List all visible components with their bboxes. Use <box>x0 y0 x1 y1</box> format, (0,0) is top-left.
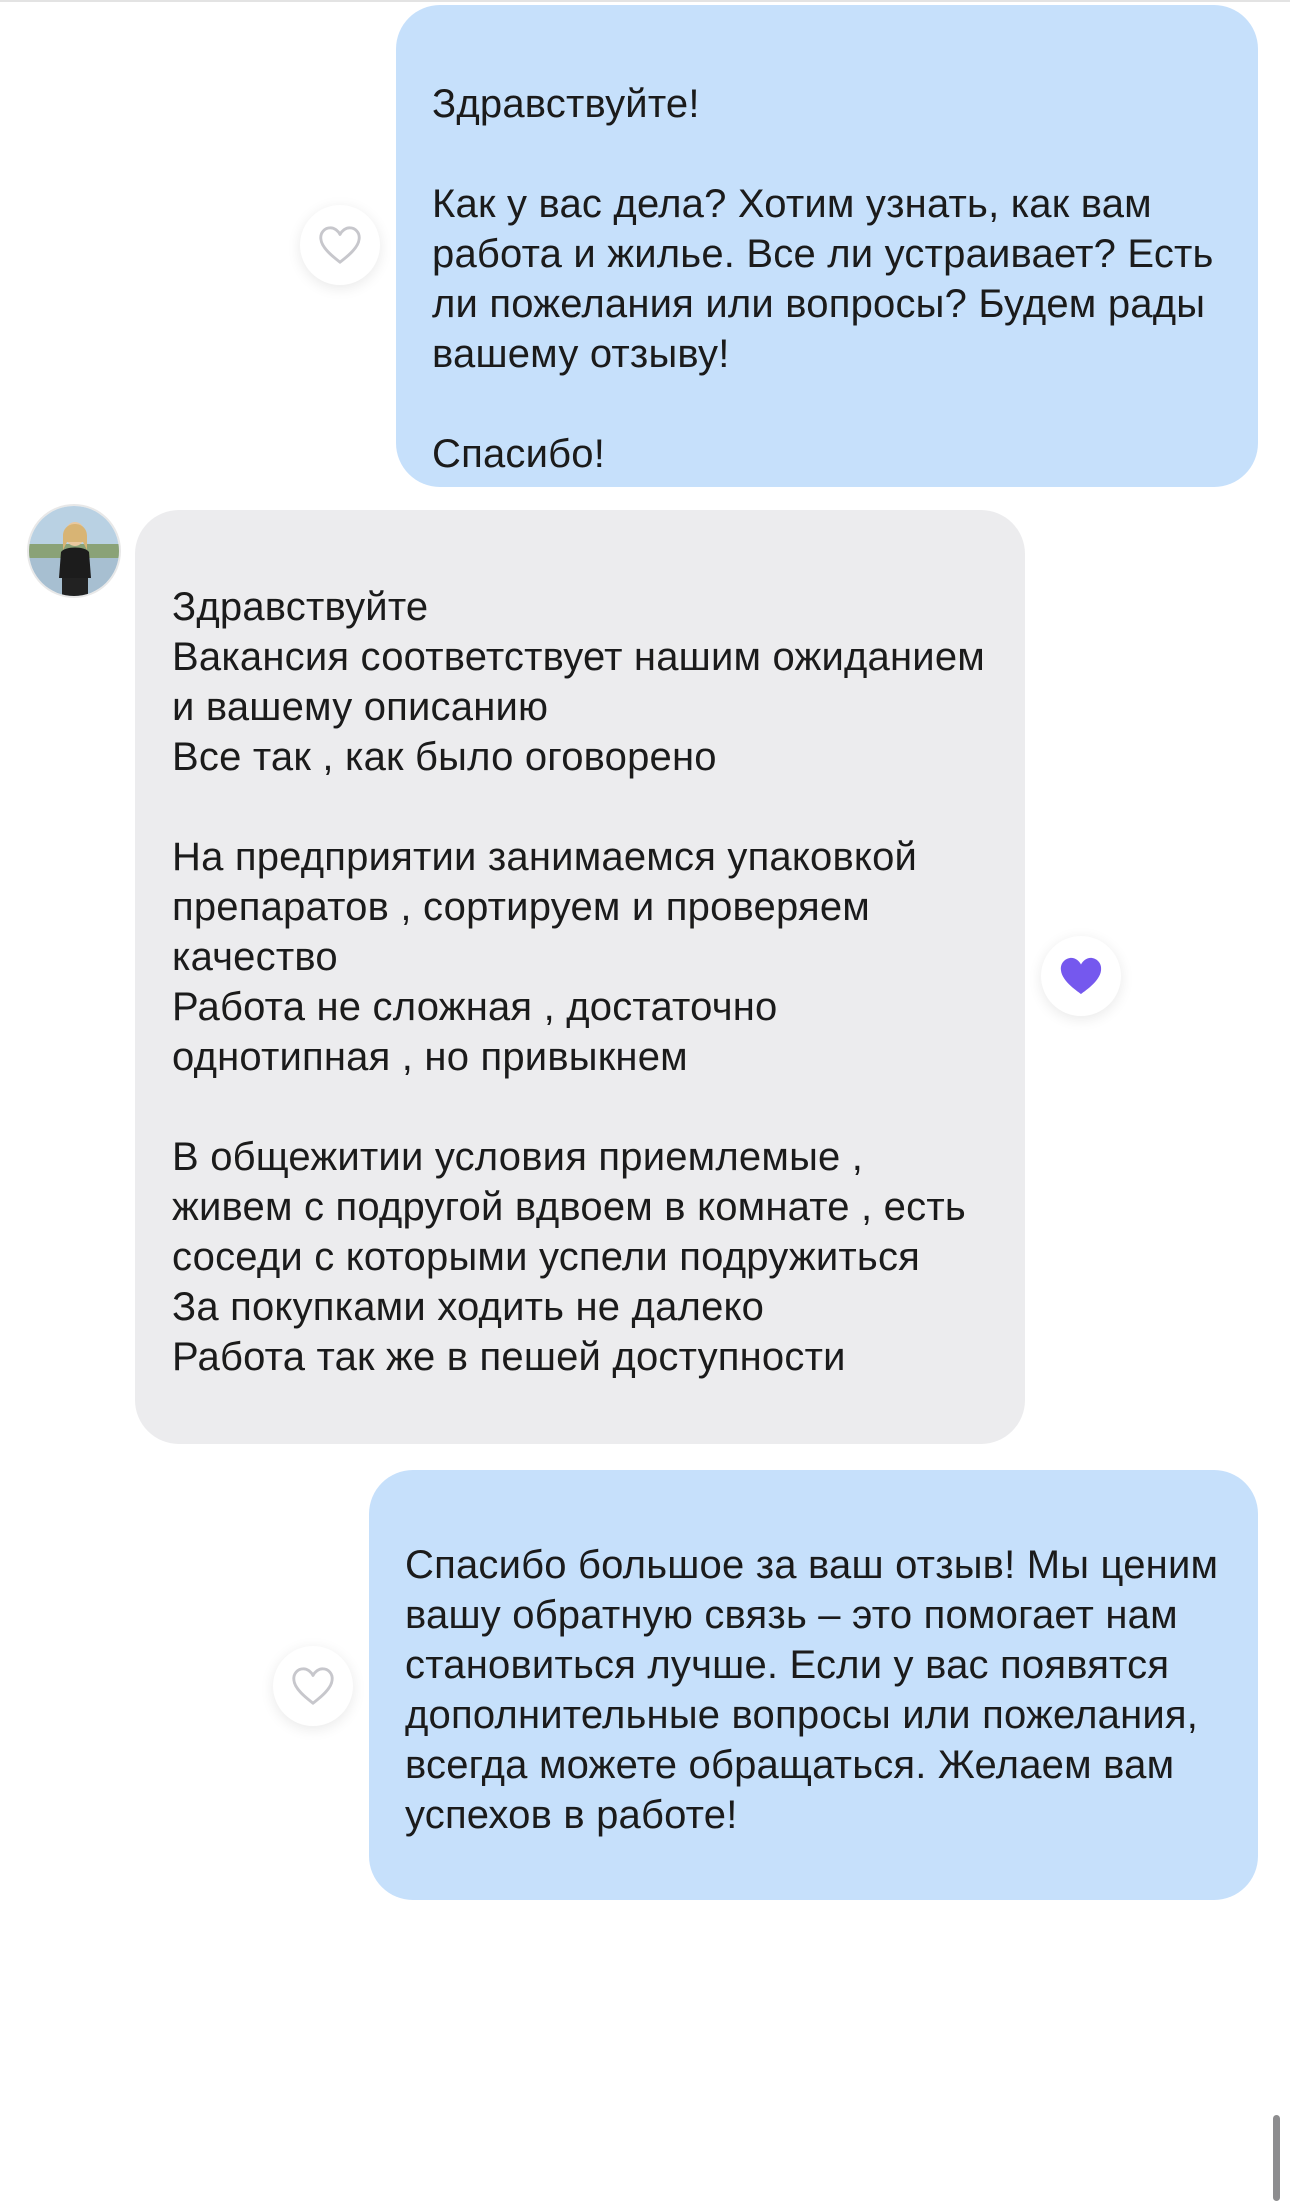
scrollbar-thumb[interactable] <box>1273 2115 1280 2201</box>
message-bubble-outgoing[interactable]: Здравствуйте! Как у вас дела? Хотим узна… <box>396 5 1258 487</box>
like-button[interactable] <box>273 1646 353 1726</box>
top-divider <box>0 0 1290 2</box>
sender-avatar[interactable] <box>29 506 119 596</box>
heart-filled-icon <box>1060 957 1102 995</box>
user-avatar-photo <box>29 506 119 596</box>
message-text: Здравствуйте! Как у вас дела? Хотим узна… <box>432 82 1214 476</box>
heart-outline-icon <box>292 1667 334 1705</box>
message-bubble-outgoing[interactable]: Спасибо большое за ваш отзыв! Мы ценим в… <box>369 1470 1258 1900</box>
message-bubble-incoming[interactable]: Здравствуйте Вакансия соответствует наши… <box>135 510 1025 1444</box>
message-text: Спасибо большое за ваш отзыв! Мы ценим в… <box>405 1543 1219 1837</box>
message-text: Здравствуйте Вакансия соответствует наши… <box>172 585 985 1379</box>
like-button[interactable] <box>300 205 380 285</box>
heart-outline-icon <box>319 226 361 264</box>
like-button-active[interactable] <box>1041 936 1121 1016</box>
